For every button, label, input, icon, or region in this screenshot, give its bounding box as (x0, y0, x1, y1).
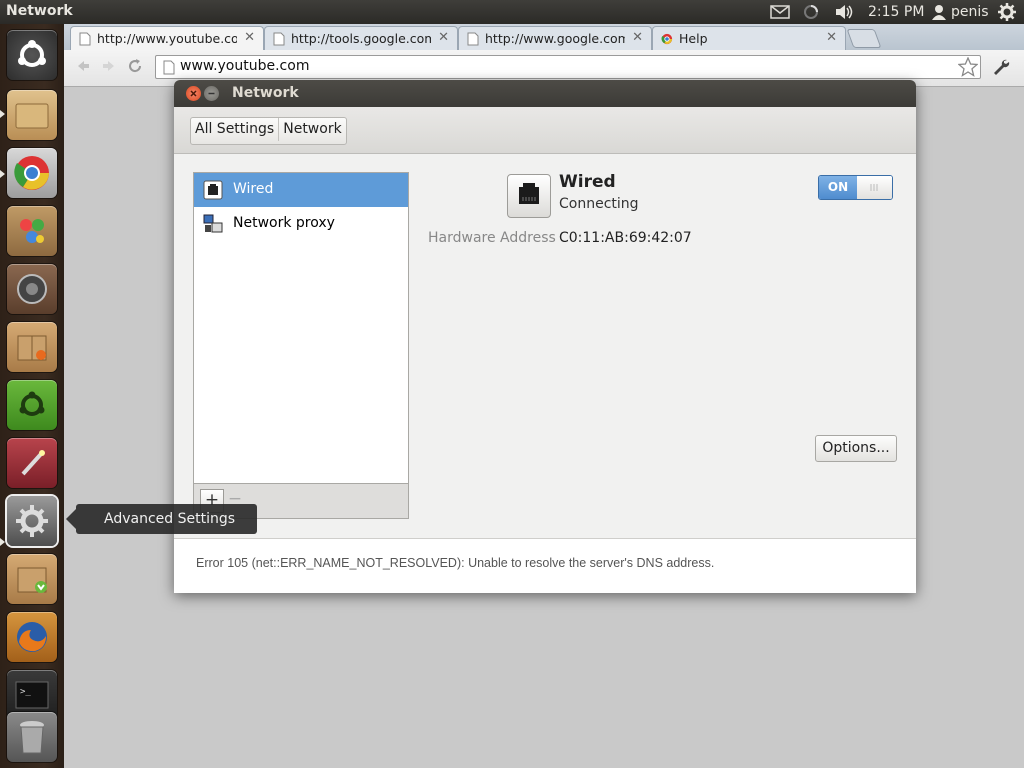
clock-time[interactable]: 2:15 PM (868, 2, 924, 22)
launcher-firefox[interactable] (7, 612, 57, 662)
dash-home-button[interactable] (7, 30, 57, 80)
user-icon[interactable] (932, 2, 946, 22)
tab-help[interactable]: Help ✕ (652, 26, 846, 50)
wired-on-off-switch[interactable]: ON (818, 175, 893, 200)
speaker-icon (7, 264, 57, 314)
running-indicator (0, 110, 5, 118)
tab-label: http://tools.google.com/c (291, 31, 431, 46)
page-icon (163, 60, 175, 75)
launcher-tooltip: Advanced Settings (66, 504, 257, 534)
launcher-tweak[interactable] (7, 438, 57, 488)
tab-label: http://www.youtube.com/ (97, 31, 237, 46)
launcher-ubuntu-one[interactable] (7, 380, 57, 430)
chrome-icon (7, 148, 57, 198)
address-bar[interactable]: www.youtube.com (155, 55, 981, 79)
launcher-advanced-settings[interactable] (7, 496, 57, 546)
back-arrow-icon[interactable] (75, 58, 91, 78)
tooltip-text: Advanced Settings (104, 511, 236, 527)
tab-label: http://www.google.com/s (485, 31, 625, 46)
paint-icon (7, 206, 57, 256)
svg-text:>_: >_ (20, 687, 31, 697)
connection-list: Wired Network proxy (193, 172, 409, 519)
tab-youtube[interactable]: http://www.youtube.com/ ✕ (70, 26, 264, 50)
network-settings-window: Network All Settings Network Wired Netwo… (174, 80, 916, 593)
new-tab-button[interactable] (846, 29, 882, 48)
forward-arrow-icon[interactable] (101, 58, 117, 78)
switch-on-label: ON (819, 176, 857, 199)
session-gear-icon[interactable] (998, 2, 1016, 22)
volume-icon[interactable] (834, 2, 854, 22)
launcher-gimp[interactable] (7, 206, 57, 256)
launcher-chromium[interactable] (7, 148, 57, 198)
mail-icon[interactable] (770, 2, 790, 22)
bookmark-star-icon[interactable] (957, 56, 979, 81)
window-title: Network (232, 85, 299, 101)
ethernet-icon (203, 180, 223, 200)
ubuntu-logo-icon (7, 30, 57, 80)
user-name[interactable]: penis (951, 2, 989, 22)
dns-error-message: Error 105 (net::ERR_NAME_NOT_RESOLVED): … (196, 556, 715, 570)
tab-tools-google[interactable]: http://tools.google.com/c ✕ (264, 26, 458, 50)
network-proxy-icon (203, 214, 223, 233)
window-titlebar[interactable]: Network (174, 80, 916, 107)
breadcrumb-network[interactable]: Network (278, 118, 345, 141)
top-panel: Network 2:15 PM penis (0, 0, 1024, 24)
launcher-software-center[interactable] (7, 322, 57, 372)
reload-icon[interactable] (127, 58, 143, 78)
settings-toolbar: All Settings Network (174, 107, 916, 154)
firefox-icon (7, 612, 57, 662)
launcher-update-manager[interactable] (7, 554, 57, 604)
running-indicator (0, 170, 5, 178)
network-spinner-icon[interactable] (803, 2, 819, 22)
connection-item-network-proxy[interactable]: Network proxy (194, 207, 408, 241)
close-tab-icon[interactable]: ✕ (244, 30, 255, 45)
launcher-trash[interactable] (7, 712, 57, 762)
connection-item-wired[interactable]: Wired (194, 173, 408, 207)
close-tab-icon[interactable]: ✕ (826, 30, 837, 45)
switch-knob (857, 176, 892, 199)
options-button[interactable]: Options... (815, 435, 897, 462)
close-tab-icon[interactable]: ✕ (632, 30, 643, 45)
device-title: Wired (559, 172, 616, 192)
close-window-icon[interactable] (186, 86, 201, 101)
tab-google-search[interactable]: http://www.google.com/s ✕ (458, 26, 652, 50)
launcher-rhythmbox[interactable] (7, 264, 57, 314)
package-icon (7, 322, 57, 372)
address-bar-url: www.youtube.com (180, 58, 310, 74)
wrench-menu-icon[interactable] (992, 58, 1010, 80)
magic-wand-icon (7, 438, 57, 488)
ubuntu-one-icon (7, 380, 57, 430)
page-icon (273, 32, 285, 46)
running-indicator (0, 538, 5, 546)
close-tab-icon[interactable]: ✕ (438, 30, 449, 45)
gear-icon (7, 496, 57, 546)
connection-label: Network proxy (233, 215, 335, 231)
browser-error-area: Error 105 (net::ERR_NAME_NOT_RESOLVED): … (174, 538, 916, 593)
device-status: Connecting (559, 196, 639, 212)
tab-label: Help (679, 31, 708, 46)
breadcrumb: All Settings Network (190, 117, 347, 145)
page-icon (79, 32, 91, 46)
ethernet-icon (507, 174, 551, 218)
browser-tab-strip: http://www.youtube.com/ ✕ http://tools.g… (64, 24, 1024, 50)
chrome-icon (661, 33, 673, 45)
connection-label: Wired (233, 181, 274, 197)
hardware-address-label: Hardware Address (428, 230, 556, 246)
breadcrumb-all-settings[interactable]: All Settings (191, 118, 278, 141)
download-package-icon (7, 554, 57, 604)
active-app-title: Network (6, 3, 73, 19)
hardware-address-value: C0:11:AB:69:42:07 (559, 230, 692, 246)
minimize-window-icon[interactable] (204, 86, 219, 101)
unity-launcher: >_ (0, 24, 64, 768)
trash-icon (7, 712, 57, 762)
folder-icon (7, 90, 57, 140)
launcher-files[interactable] (7, 90, 57, 140)
page-icon (467, 32, 479, 46)
